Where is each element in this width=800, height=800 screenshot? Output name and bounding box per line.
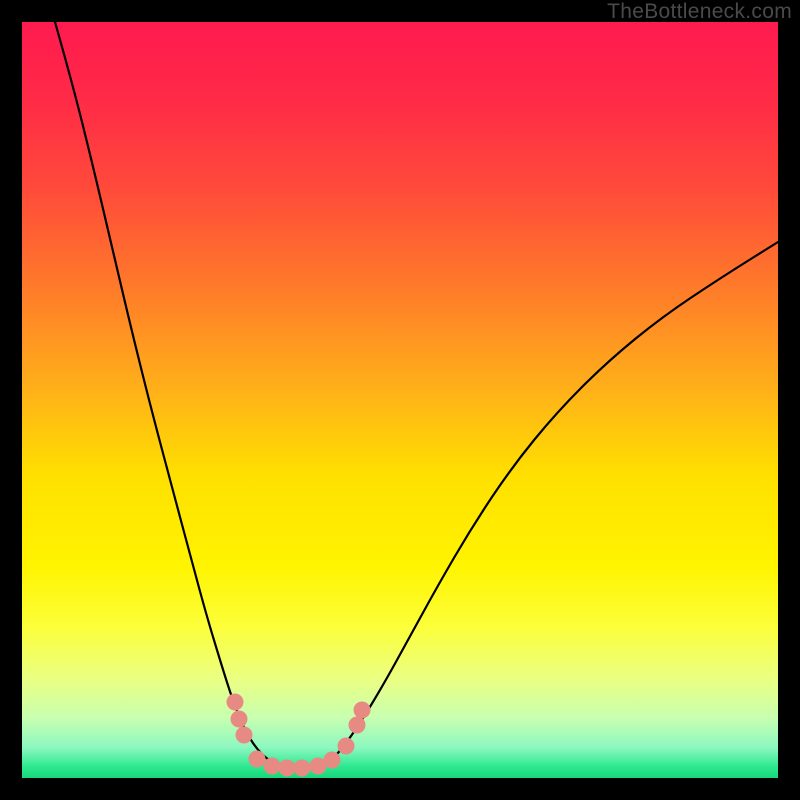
- data-marker: [294, 760, 311, 777]
- bottleneck-curve-chart: [22, 22, 778, 778]
- data-marker: [227, 694, 244, 711]
- data-marker: [324, 752, 341, 769]
- data-marker: [236, 727, 253, 744]
- data-marker: [338, 738, 355, 755]
- right-curve: [322, 242, 778, 767]
- left-curve: [55, 22, 282, 767]
- data-marker: [264, 758, 281, 775]
- watermark-label: TheBottleneck.com: [607, 0, 792, 24]
- data-marker: [354, 702, 371, 719]
- data-marker: [249, 751, 266, 768]
- data-marker: [279, 760, 296, 777]
- data-marker: [231, 711, 248, 728]
- data-marker: [349, 717, 366, 734]
- chart-frame: [22, 22, 778, 778]
- data-markers: [227, 694, 371, 777]
